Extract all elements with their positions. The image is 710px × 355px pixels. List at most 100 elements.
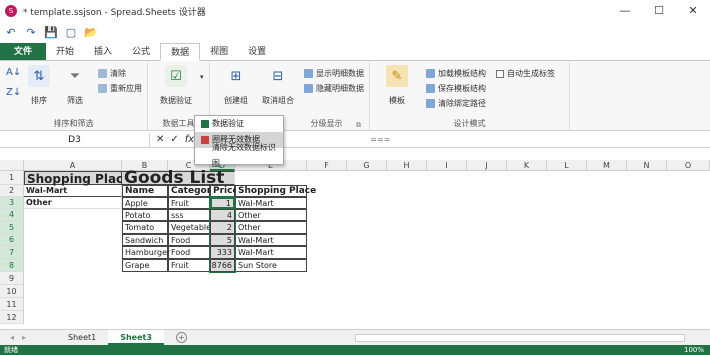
row-header-3[interactable]: 3 (0, 197, 24, 209)
cell-d5[interactable]: 2 (210, 221, 235, 234)
sheet-tab-sheet1[interactable]: Sheet1 (56, 330, 108, 345)
confirm-formula-icon[interactable]: ✓ (170, 134, 178, 145)
show-detail-button[interactable]: 显示明细数据 (304, 68, 364, 79)
sheet-tab-sheet3[interactable]: Sheet3 (108, 330, 164, 345)
cell-a2[interactable]: Wal-Mart (24, 185, 122, 197)
filter-button[interactable]: ⏷ 筛选 (62, 65, 88, 106)
cell-d4[interactable]: 4 (210, 209, 235, 221)
cancel-formula-icon[interactable]: ✕ (156, 134, 164, 145)
cell-d2[interactable]: Price (210, 185, 239, 197)
cell-b5[interactable]: Tomato (122, 221, 168, 234)
save-icon[interactable]: 💾 (44, 26, 58, 39)
name-box[interactable]: D3 (0, 132, 150, 147)
load-schema-button[interactable]: 加载模板结构 (426, 68, 486, 79)
ungroup-button[interactable]: ⊟ 取消组合 (258, 65, 298, 106)
cell-c5[interactable]: Vegetable (168, 221, 211, 234)
tab-file[interactable]: 文件 (0, 43, 47, 60)
cell-e6[interactable]: Wal-Mart (235, 234, 307, 246)
row-header-1[interactable]: 1 (0, 171, 24, 185)
redo-icon[interactable]: ↷ (24, 26, 38, 39)
column-header-j[interactable]: J (467, 160, 507, 171)
sort-desc-icon[interactable]: Z↓ (6, 87, 21, 98)
row-header-7[interactable]: 7 (0, 246, 24, 259)
cell-e8[interactable]: Sun Store (235, 259, 307, 272)
cell-b2[interactable]: Name (122, 185, 168, 197)
data-validation-button[interactable]: ☑ 数据验证 (154, 65, 198, 106)
add-sheet-icon[interactable]: + (175, 332, 187, 343)
cell-c8[interactable]: Fruit (168, 259, 210, 272)
minimize-button[interactable]: — (608, 0, 642, 22)
next-sheet-icon[interactable]: ▸ (22, 333, 26, 342)
data-validation-dropdown-arrow[interactable]: ▾ (200, 73, 204, 81)
cell-d6[interactable]: 5 (210, 234, 235, 246)
column-header-k[interactable]: K (507, 160, 547, 171)
menu-item-data-validation[interactable]: 数据验证 (195, 116, 283, 132)
zoom-level[interactable]: 100% (684, 345, 704, 355)
tab-formulas[interactable]: 公式 (122, 43, 160, 60)
horizontal-scrollbar[interactable] (355, 334, 685, 342)
template-button[interactable]: ✎ 模板 (382, 65, 412, 106)
cell-d8[interactable]: 8766 (210, 259, 235, 272)
column-header-h[interactable]: H (387, 160, 427, 171)
column-header-m[interactable]: M (587, 160, 627, 171)
hide-detail-button[interactable]: 隐藏明细数据 (304, 83, 364, 94)
insert-function-icon[interactable]: fx (185, 134, 194, 145)
cell-d7[interactable]: 333 (210, 246, 235, 259)
row-header-12[interactable]: 12 (0, 311, 24, 324)
column-header-f[interactable]: F (307, 160, 347, 171)
cell-c6[interactable]: Food (168, 234, 210, 246)
cell-b7[interactable]: Hamburger (122, 246, 170, 259)
tab-settings[interactable]: 设置 (238, 43, 276, 60)
spreadsheet-grid[interactable]: A B C D E F G H I J K L M N O 1 2 3 4 5 … (0, 160, 710, 328)
undo-icon[interactable]: ↶ (4, 26, 18, 39)
tab-view[interactable]: 视图 (200, 43, 238, 60)
clear-binding-button[interactable]: 清除绑定路径 (426, 98, 486, 109)
outline-settings-launcher-icon[interactable]: ⧉ (356, 121, 361, 130)
close-button[interactable]: ✕ (676, 0, 710, 22)
row-header-10[interactable]: 10 (0, 285, 24, 298)
auto-label-checkbox[interactable]: 自动生成标签 (496, 68, 555, 79)
menu-item-clear-invalid-circles[interactable]: 清除无效数据标识图 (195, 143, 283, 168)
row-header-4[interactable]: 4 (0, 209, 24, 221)
cell-e2[interactable]: Shopping Place (235, 185, 316, 197)
open-folder-icon[interactable]: 📂 (84, 26, 98, 39)
row-header-6[interactable]: 6 (0, 234, 24, 246)
cell-d3-active[interactable]: 1 (210, 197, 235, 209)
row-header-5[interactable]: 5 (0, 221, 24, 234)
cell-b1-merged[interactable]: Goods List (122, 168, 235, 188)
group-button[interactable]: ⊞ 创建组 (218, 65, 254, 106)
column-header-a[interactable]: A (24, 160, 122, 171)
prev-sheet-icon[interactable]: ◂ (10, 333, 14, 342)
cell-e4[interactable]: Other (235, 209, 307, 221)
cell-c4[interactable]: sss (168, 209, 210, 221)
row-header-2[interactable]: 2 (0, 185, 24, 197)
auto-label-checkbox-box[interactable] (496, 69, 504, 78)
row-header-8[interactable]: 8 (0, 259, 24, 272)
cell-e3[interactable]: Wal-Mart (235, 197, 307, 209)
formula-input[interactable]: === (370, 135, 390, 144)
maximize-button[interactable]: ☐ (642, 0, 676, 22)
reapply-filter-button[interactable]: 重新应用 (98, 83, 142, 94)
tab-data[interactable]: 数据 (160, 43, 201, 61)
save-schema-button[interactable]: 保存模板结构 (426, 83, 486, 94)
new-file-icon[interactable]: ▢ (64, 26, 78, 39)
cell-c3[interactable]: Fruit (168, 197, 210, 209)
cell-b3[interactable]: Apple (122, 197, 168, 209)
column-header-o[interactable]: O (667, 160, 710, 171)
cell-e5[interactable]: Other (235, 221, 307, 234)
sort-asc-icon[interactable]: A↓ (6, 67, 21, 78)
cell-a1[interactable]: Shopping Place (24, 171, 131, 186)
cell-c2[interactable]: Category (168, 185, 217, 197)
row-header-9[interactable]: 9 (0, 272, 24, 285)
column-header-n[interactable]: N (627, 160, 667, 171)
cell-b8[interactable]: Grape (122, 259, 168, 272)
cell-b6[interactable]: Sandwich (122, 234, 168, 246)
cell-a3[interactable]: Other (24, 197, 122, 209)
tab-home[interactable]: 开始 (46, 43, 84, 60)
row-header-11[interactable]: 11 (0, 298, 24, 311)
column-header-l[interactable]: L (547, 160, 587, 171)
column-header-i[interactable]: I (427, 160, 467, 171)
column-header-g[interactable]: G (347, 160, 387, 171)
sort-button[interactable]: ⇅ 排序 (26, 65, 52, 106)
clear-filter-button[interactable]: 清除 (98, 68, 126, 79)
